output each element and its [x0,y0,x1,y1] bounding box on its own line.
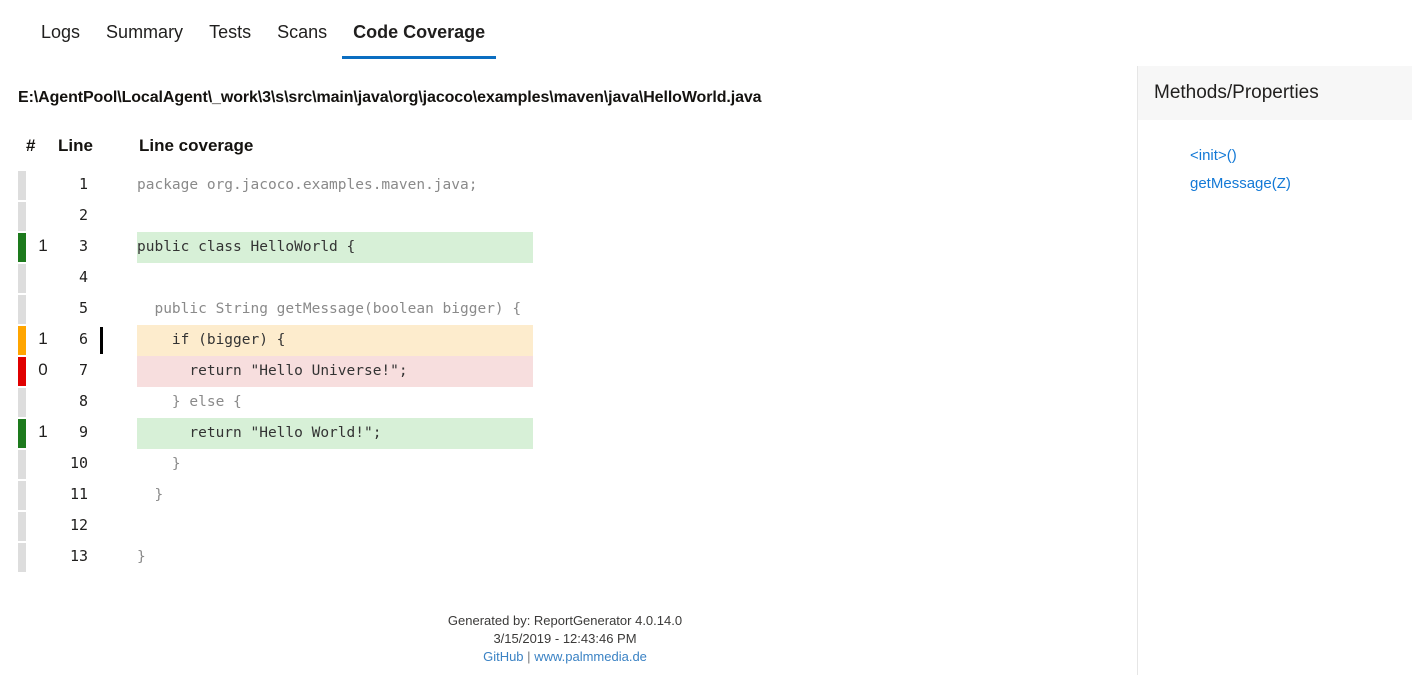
column-header-hits: # [26,136,36,155]
coverage-status-bar [18,171,26,200]
line-number: 10 [69,454,88,472]
line-number: 11 [69,485,88,503]
source-code-line [137,201,533,232]
sidebar-method-link[interactable]: getMessage(Z) [1190,170,1412,198]
report-footer: Generated by: ReportGenerator 4.0.14.0 3… [0,612,1130,666]
tab-summary[interactable]: Summary [93,0,196,59]
footer-timestamp: 3/15/2019 - 12:43:46 PM [493,631,637,646]
github-link[interactable]: GitHub [483,649,523,664]
line-number: 2 [78,206,88,224]
table-row: 13} [0,542,1100,573]
table-row: 2 [0,201,1100,232]
coverage-table: # Line Line coverage 1 package org.jacoco… [0,136,1100,573]
tab-logs[interactable]: Logs [28,0,93,59]
column-header-line: Line [58,136,93,155]
source-code-line: return "Hello World!"; [137,418,533,449]
line-number: 4 [78,268,88,286]
tab-bar: Logs Summary Tests Scans Code Coverage [0,0,1412,64]
table-row: 8 } else { [0,387,1100,418]
source-code-line: } [137,549,146,565]
tab-tests[interactable]: Tests [196,0,264,59]
coverage-status-bar [18,233,26,262]
source-code-line [137,511,533,542]
coverage-row-list: 1 package org.jacoco.examples.maven.java;… [0,170,1100,573]
source-code-line: public String getMessage(boolean bigger)… [137,301,522,317]
table-row: 11 } [0,480,1100,511]
table-row: 5 public String getMessage(boolean bigge… [0,294,1100,325]
line-number: 8 [78,392,88,410]
table-row: 12 [0,511,1100,542]
line-number: 3 [78,237,88,255]
table-row: 1 6 if (bigger) { [0,325,1100,356]
line-number: 13 [69,547,88,565]
line-number: 6 [78,330,88,348]
coverage-status-bar [18,450,26,479]
table-row: 4 [0,263,1100,294]
source-code-line: } [137,487,164,503]
coverage-status-bar [18,264,26,293]
coverage-status-bar [18,295,26,324]
column-header-line-coverage: Line coverage [139,136,254,155]
source-code-line: package org.jacoco.examples.maven.java; [137,177,478,193]
line-hit-count: 0 [38,360,48,379]
tab-scans[interactable]: Scans [264,0,340,59]
coverage-status-bar [18,326,26,355]
source-code-line: } [137,456,181,472]
line-number: 5 [78,299,88,317]
coverage-status-bar [18,481,26,510]
coverage-status-bar [18,512,26,541]
line-number: 9 [78,423,88,441]
table-row: 0 7 return "Hello Universe!"; [0,356,1100,387]
line-hit-count: 1 [38,236,48,255]
sidebar-title: Methods/Properties [1138,66,1412,120]
tab-code-coverage[interactable]: Code Coverage [340,0,498,59]
table-row: 1 9 return "Hello World!"; [0,418,1100,449]
line-hit-count: 1 [38,422,48,441]
line-number: 12 [69,516,88,534]
coverage-status-bar [18,543,26,572]
line-number: 7 [78,361,88,379]
palmmedia-link[interactable]: www.palmmedia.de [534,649,647,664]
branch-indicator-icon [100,327,103,354]
line-number: 1 [78,175,88,193]
source-code-line: if (bigger) { [137,325,533,356]
footer-generated-by: Generated by: ReportGenerator 4.0.14.0 [447,613,683,628]
coverage-status-bar [18,357,26,386]
coverage-table-header: # Line Line coverage [0,136,1100,166]
table-row: 1 package org.jacoco.examples.maven.java; [0,170,1100,201]
methods-properties-sidebar: Methods/Properties <init>() getMessage(Z) [1137,66,1412,675]
coverage-status-bar [18,202,26,231]
coverage-status-bar [18,419,26,448]
footer-links: GitHub | www.palmmedia.de [0,648,1130,666]
file-path-title: E:\AgentPool\LocalAgent\_work\3\s\src\ma… [18,89,762,106]
source-code-line [137,263,533,294]
source-code-line: } else { [137,394,242,410]
source-code-line: public class HelloWorld { [137,232,533,263]
sidebar-method-link[interactable]: <init>() [1190,142,1412,170]
table-row: 1 3 public class HelloWorld { [0,232,1100,263]
sidebar-method-list: <init>() getMessage(Z) [1138,120,1412,198]
table-row: 10 } [0,449,1100,480]
source-code-line: return "Hello Universe!"; [137,356,533,387]
coverage-status-bar [18,388,26,417]
footer-link-separator: | [527,649,531,664]
line-hit-count: 1 [38,329,48,348]
